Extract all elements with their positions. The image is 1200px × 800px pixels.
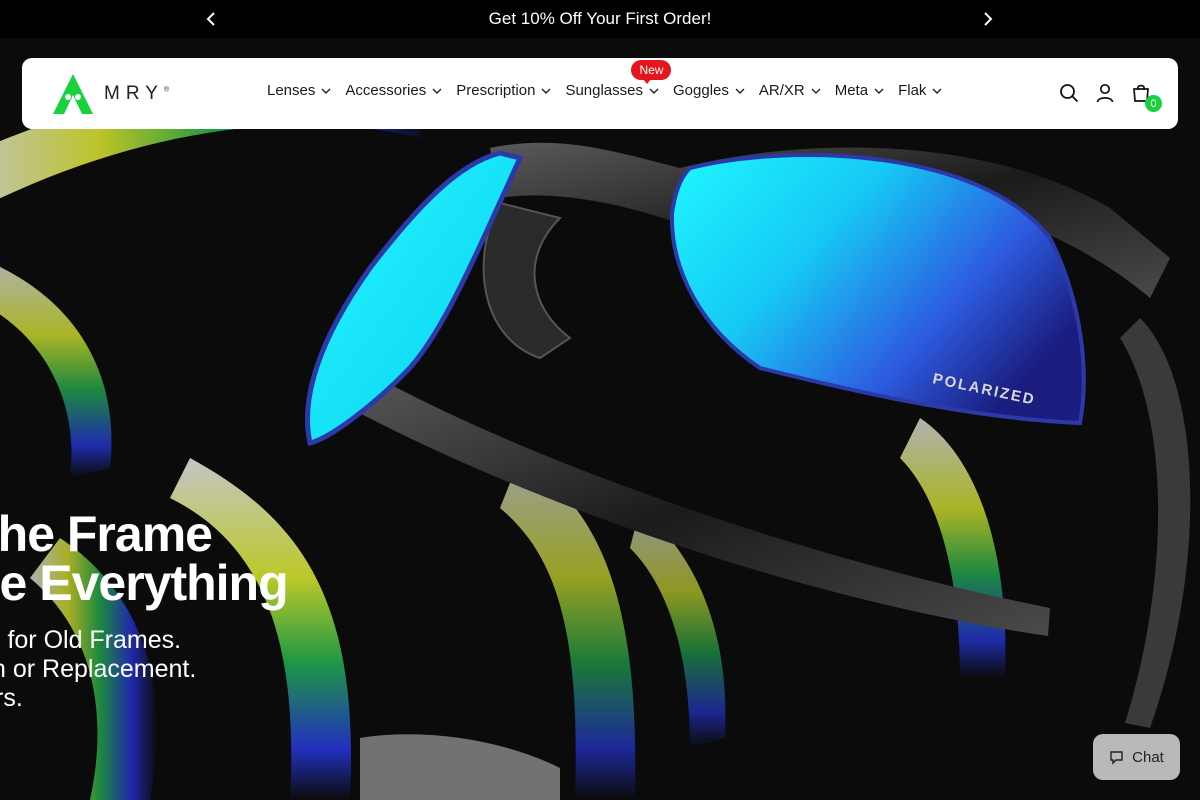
logo-mark-icon bbox=[53, 74, 93, 114]
nav-label: Goggles bbox=[673, 82, 729, 99]
nav-label: Flak bbox=[898, 82, 927, 99]
hero-banner[interactable]: POLARIZED the Frame ge Everything s for … bbox=[0, 38, 1200, 800]
headline-line-1: the Frame bbox=[0, 506, 213, 562]
chevron-left-icon[interactable] bbox=[201, 9, 221, 29]
nav-item-accessories[interactable]: Accessories bbox=[345, 82, 442, 99]
nav-item-goggles[interactable]: Goggles bbox=[673, 82, 745, 99]
chevron-down-icon bbox=[649, 88, 659, 94]
nav-label: Prescription bbox=[456, 82, 536, 99]
chevron-down-icon bbox=[541, 88, 551, 94]
chevron-down-icon bbox=[321, 88, 331, 94]
brand-reg-mark: ® bbox=[163, 86, 170, 94]
subtitle-line-3: rs. bbox=[0, 684, 23, 712]
chevron-down-icon bbox=[811, 88, 821, 94]
nav-item-sunglasses[interactable]: New Sunglasses bbox=[565, 60, 672, 99]
nav-label: Lenses bbox=[267, 82, 316, 99]
subtitle-line-1: s for Old Frames. bbox=[0, 626, 182, 654]
header-tools: 0 bbox=[1044, 82, 1162, 112]
main-nav: Lenses Accessories Prescription New Sung… bbox=[267, 60, 956, 99]
announcement-bar: Get 10% Off Your First Order! bbox=[0, 0, 1200, 38]
nav-item-ar-xr[interactable]: AR/XR bbox=[759, 82, 821, 99]
nav-item-flak[interactable]: Flak bbox=[898, 82, 942, 99]
chevron-down-icon bbox=[735, 88, 745, 94]
hero-subtitle: s for Old Frames. n or Replacement. rs. bbox=[0, 626, 288, 713]
headline-line-2: ge Everything bbox=[0, 555, 289, 611]
bag-icon[interactable]: 0 bbox=[1130, 82, 1162, 112]
nav-label: Meta bbox=[834, 82, 869, 99]
chat-button[interactable]: Chat bbox=[1093, 734, 1180, 780]
chat-icon bbox=[1109, 750, 1124, 765]
site-header: MRY® Lenses Accessories Prescription New… bbox=[22, 58, 1178, 129]
announcement-text: Get 10% Off Your First Order! bbox=[488, 9, 712, 28]
subtitle-line-2: n or Replacement. bbox=[0, 655, 197, 683]
nav-label: AR/XR bbox=[758, 82, 805, 99]
brand-name-text: MRY bbox=[104, 83, 164, 104]
hero-copy: the Frame ge Everything s for Old Frames… bbox=[0, 506, 289, 713]
new-badge: New bbox=[631, 60, 672, 84]
nav-item-lenses[interactable]: Lenses bbox=[267, 82, 331, 99]
nav-item-prescription[interactable]: Prescription bbox=[456, 82, 551, 99]
search-icon[interactable] bbox=[1058, 82, 1080, 104]
nav-label: Accessories bbox=[345, 82, 427, 99]
hero-headline: the Frame ge Everything bbox=[0, 506, 289, 611]
nav-item-meta[interactable]: Meta bbox=[835, 82, 884, 99]
chevron-down-icon bbox=[432, 88, 442, 94]
brand-name: MRY® bbox=[104, 83, 169, 105]
chevron-right-icon[interactable] bbox=[978, 9, 998, 29]
chevron-down-icon bbox=[932, 88, 942, 94]
nav-label: Sunglasses bbox=[565, 82, 643, 99]
user-icon[interactable] bbox=[1094, 82, 1116, 104]
chevron-down-icon bbox=[874, 88, 884, 94]
cart-count-badge: 0 bbox=[1145, 95, 1162, 112]
brand-logo[interactable]: MRY® bbox=[52, 72, 169, 116]
chat-label: Chat bbox=[1132, 748, 1164, 766]
